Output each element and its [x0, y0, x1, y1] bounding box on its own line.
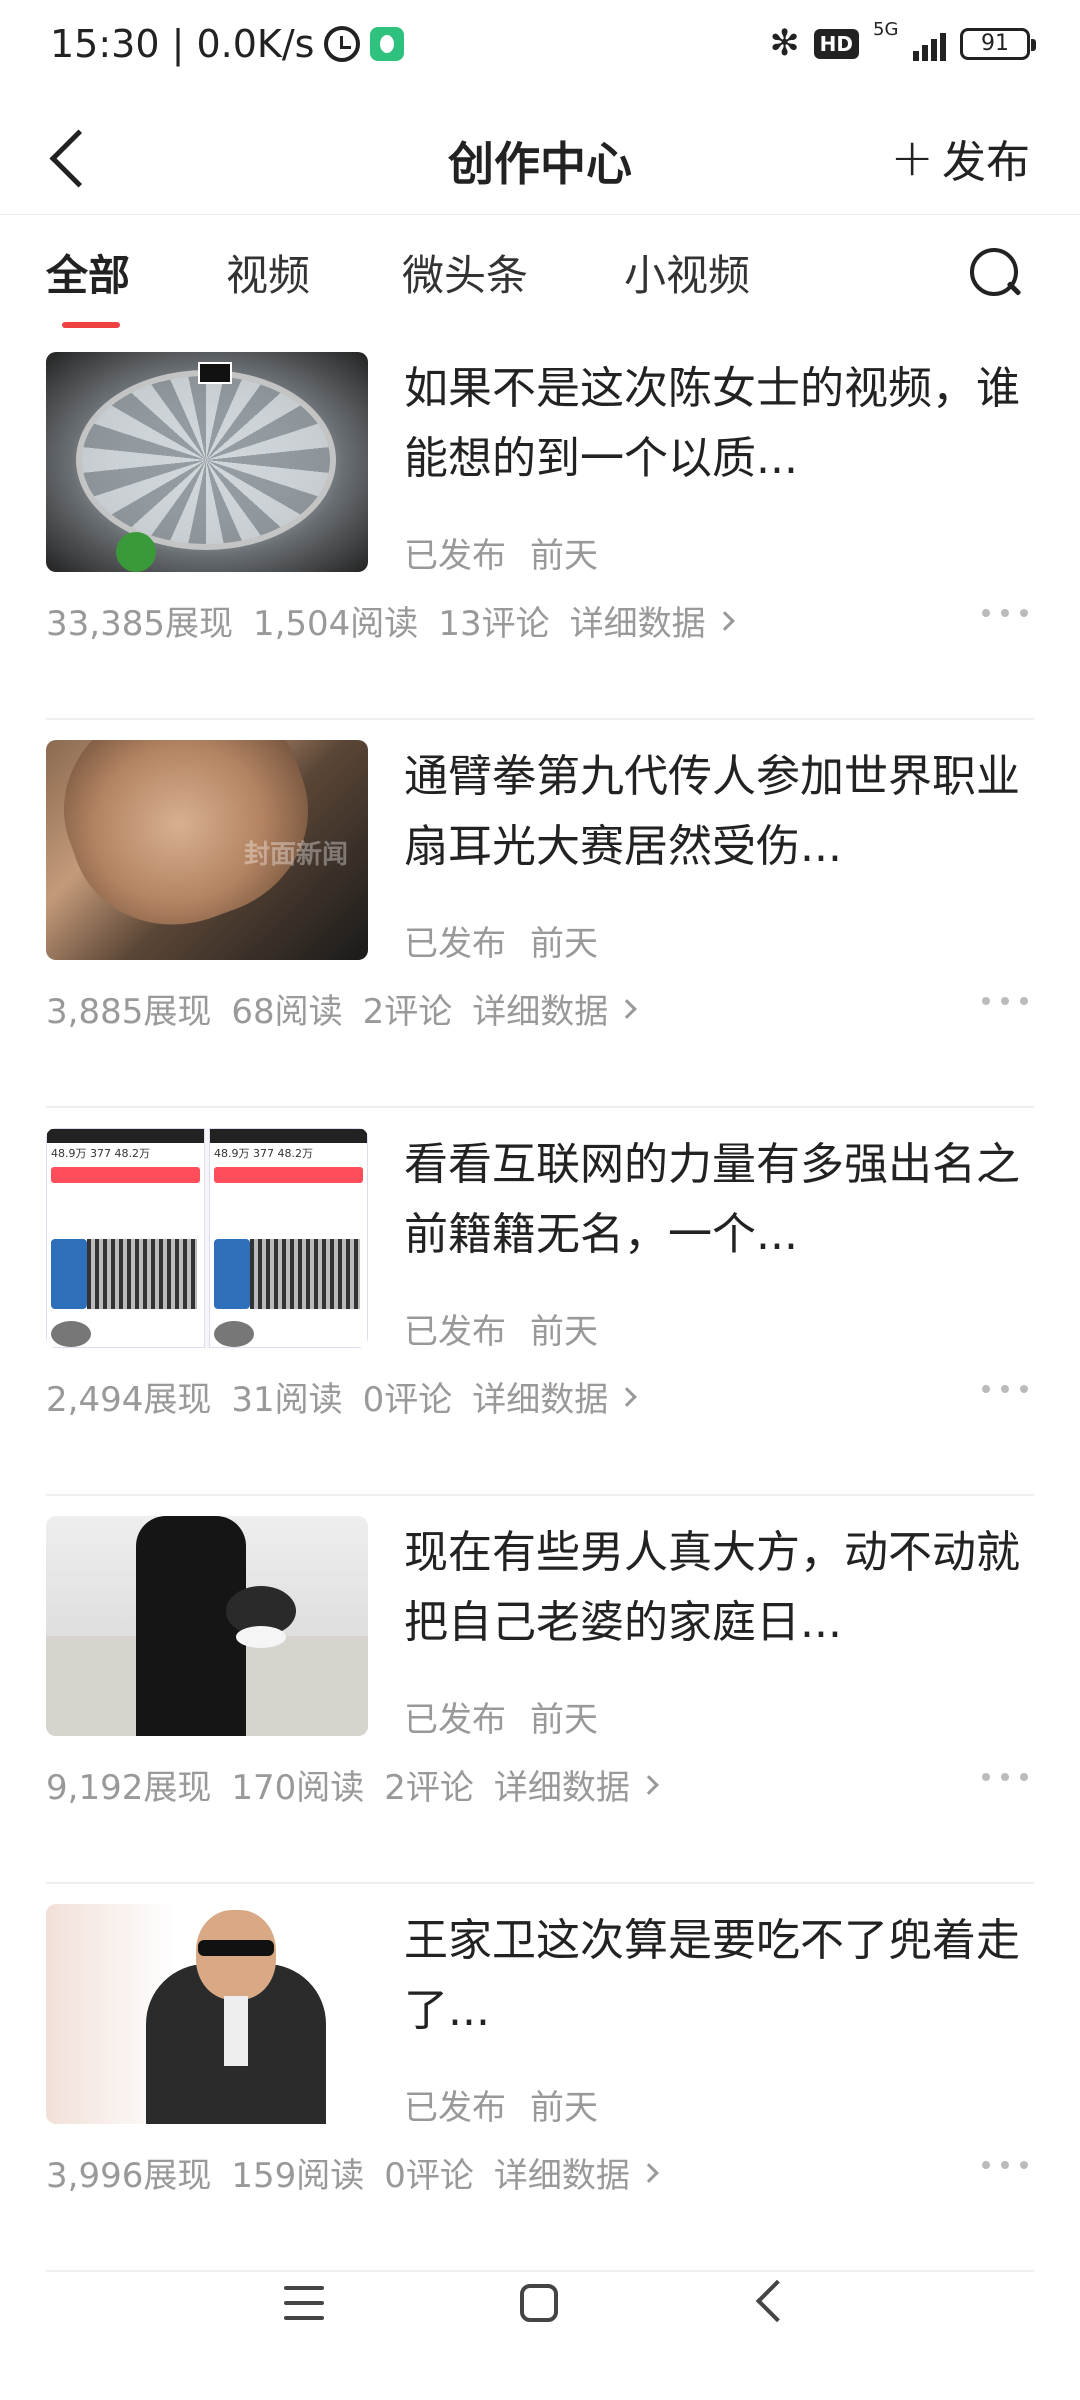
status-right: ✻ HD 5G 91 [769, 19, 1036, 64]
publish-time: 前天 [530, 924, 598, 964]
active-tab-indicator [62, 322, 120, 328]
chevron-right-icon [638, 1774, 659, 1795]
detail-data-link[interactable]: 详细数据 [472, 984, 608, 1033]
article-title[interactable]: 现在有些男人真大方，动不动就把自己老婆的家庭日... [404, 1518, 1044, 1658]
comments-count: 2评论 [362, 992, 453, 1032]
comments-count: 2评论 [384, 1768, 474, 1808]
list-item[interactable]: 现在有些男人真大方，动不动就把自己老婆的家庭日... 已发布 前天 9,192展现… [46, 1496, 1034, 1884]
article-title[interactable]: 王家卫这次算是要吃不了兜着走了... [404, 1906, 1044, 2046]
more-options-icon[interactable] [982, 1374, 1028, 1404]
article-thumbnail[interactable] [46, 1516, 368, 1736]
plus-icon: + [890, 128, 934, 188]
list-item[interactable]: 封面新闻 通臂拳第九代传人参加世界职业扇耳光大赛居然受伤... 已发布 前天 3,… [46, 720, 1034, 1108]
publish-status: 已发布 [404, 1312, 506, 1352]
system-nav-bar [0, 2240, 1080, 2400]
comments-count: 0评论 [384, 2156, 474, 2196]
tab-all[interactable]: 全部 [46, 242, 130, 303]
reads-count: 1,504阅读 [252, 604, 419, 644]
status-bar: 15:30 | 0.0K/s ✻ HD 5G 91 [0, 0, 1080, 100]
detail-data-link[interactable]: 详细数据 [570, 596, 706, 645]
impressions-count: 2,494展现 [46, 1380, 212, 1420]
article-thumbnail[interactable]: 48.9万 377 48.2万 48.9万 377 48.2万 [46, 1128, 368, 1348]
article-stats: 33,385展现 1,504阅读 13评论 详细数据 [46, 596, 735, 645]
article-stats: 3,885展现 68阅读 2评论 详细数据 [46, 984, 638, 1033]
publish-button[interactable]: + 发布 [890, 126, 1030, 190]
publish-label: 发布 [942, 137, 1030, 188]
menu-icon[interactable] [284, 2286, 324, 2320]
detail-data-link[interactable]: 详细数据 [494, 1760, 630, 1809]
more-options-icon[interactable] [982, 598, 1028, 628]
impressions-count: 33,385展现 [46, 604, 233, 644]
article-meta: 已发布 前天 [404, 528, 598, 577]
article-title[interactable]: 通臂拳第九代传人参加世界职业扇耳光大赛居然受伤... [404, 742, 1044, 882]
article-thumbnail[interactable] [46, 1904, 368, 2124]
thumbnail-watermark: 封面新闻 [243, 840, 348, 870]
publish-time: 前天 [530, 536, 598, 576]
more-options-icon[interactable] [982, 2150, 1028, 2180]
chevron-right-icon [617, 1386, 638, 1407]
back-icon[interactable] [755, 2279, 799, 2323]
article-stats: 9,192展现 170阅读 2评论 详细数据 [46, 1760, 659, 1809]
signal-icon: 5G [873, 19, 946, 61]
status-left: 15:30 | 0.0K/s [50, 22, 405, 66]
bluetooth-icon: ✻ [769, 23, 800, 64]
reads-count: 170阅读 [231, 1768, 365, 1808]
publish-time: 前天 [530, 2088, 598, 2128]
network-type: 5G [873, 19, 899, 40]
article-list: 如果不是这次陈女士的视频，谁能想的到一个以质... 已发布 前天 33,385展现… [0, 332, 1080, 2272]
article-title[interactable]: 看看互联网的力量有多强出名之前籍籍无名，一个... [404, 1130, 1044, 1270]
publish-time: 前天 [530, 1700, 598, 1740]
impressions-count: 3,885展现 [46, 992, 212, 1032]
chevron-right-icon [714, 610, 735, 631]
app-notification-icon [370, 27, 405, 61]
article-meta: 已发布 前天 [404, 1692, 598, 1741]
alarm-icon [324, 26, 361, 62]
publish-status: 已发布 [404, 924, 506, 964]
article-thumbnail[interactable] [46, 352, 368, 572]
detail-data-link[interactable]: 详细数据 [494, 2148, 630, 2197]
tab-video[interactable]: 视频 [226, 242, 310, 303]
article-meta: 已发布 前天 [404, 1304, 598, 1353]
battery-icon: 91 [960, 28, 1036, 60]
search-icon[interactable] [968, 246, 1024, 302]
comments-count: 13评论 [438, 604, 550, 644]
impressions-count: 9,192展现 [46, 1768, 212, 1808]
list-item[interactable]: 王家卫这次算是要吃不了兜着走了... 已发布 前天 3,996展现 159阅读 0… [46, 1884, 1034, 2272]
publish-status: 已发布 [404, 1700, 506, 1740]
publish-status: 已发布 [404, 2088, 506, 2128]
more-options-icon[interactable] [982, 1762, 1028, 1792]
tab-micro-headline[interactable]: 微头条 [402, 242, 528, 303]
reads-count: 68阅读 [231, 992, 343, 1032]
home-icon[interactable] [520, 2284, 558, 2322]
app-header: 创作中心 + 发布 [0, 100, 1080, 215]
more-options-icon[interactable] [982, 986, 1028, 1016]
article-stats: 2,494展现 31阅读 0评论 详细数据 [46, 1372, 638, 1421]
status-time: 15:30 | 0.0K/s [50, 22, 315, 66]
hd-badge: HD [813, 29, 859, 59]
reads-count: 159阅读 [231, 2156, 365, 2196]
tab-short-video[interactable]: 小视频 [624, 242, 750, 303]
article-thumbnail[interactable]: 封面新闻 [46, 740, 368, 960]
chevron-right-icon [617, 998, 638, 1019]
publish-time: 前天 [530, 1312, 598, 1352]
article-title[interactable]: 如果不是这次陈女士的视频，谁能想的到一个以质... [404, 354, 1044, 494]
article-meta: 已发布 前天 [404, 916, 598, 965]
list-item[interactable]: 如果不是这次陈女士的视频，谁能想的到一个以质... 已发布 前天 33,385展现… [46, 332, 1034, 720]
article-meta: 已发布 前天 [404, 2080, 598, 2129]
content-tabs: 全部 视频 微头条 小视频 [0, 216, 1080, 331]
comments-count: 0评论 [362, 1380, 453, 1420]
article-stats: 3,996展现 159阅读 0评论 详细数据 [46, 2148, 659, 2197]
chevron-right-icon [638, 2162, 659, 2183]
reads-count: 31阅读 [231, 1380, 343, 1420]
impressions-count: 3,996展现 [46, 2156, 212, 2196]
detail-data-link[interactable]: 详细数据 [472, 1372, 608, 1421]
publish-status: 已发布 [404, 536, 506, 576]
list-item[interactable]: 48.9万 377 48.2万 48.9万 377 48.2万 看看互联网的力量… [46, 1108, 1034, 1496]
